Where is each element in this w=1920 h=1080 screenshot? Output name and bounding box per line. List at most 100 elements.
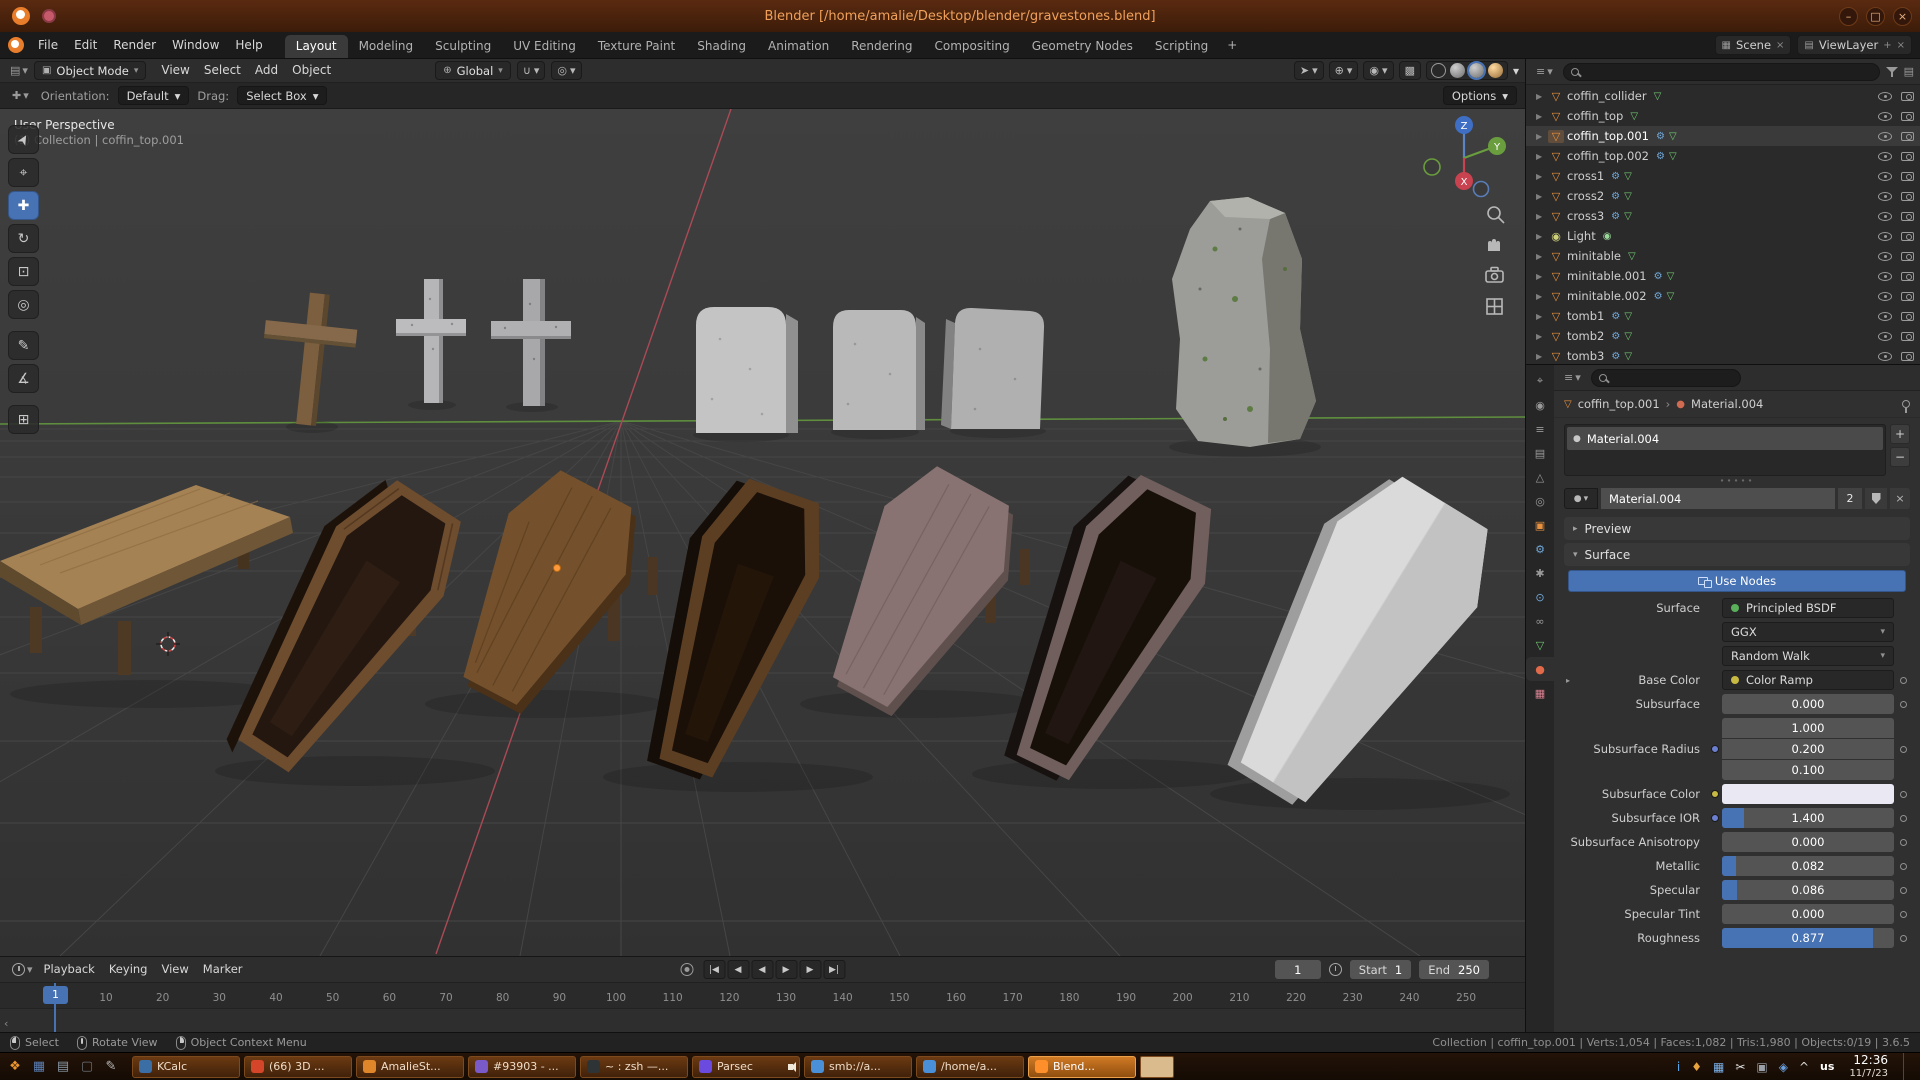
tool-scale[interactable]: ⊡: [8, 257, 39, 286]
specular-field[interactable]: 0.086: [1722, 880, 1894, 900]
taskbar-app-parsec[interactable]: Parsec: [692, 1056, 800, 1078]
pin-icon[interactable]: [1902, 400, 1910, 408]
breadcrumb-object[interactable]: coffin_top.001: [1578, 397, 1660, 411]
gravestone-1[interactable]: [696, 307, 798, 433]
outliner-row-minitable-001[interactable]: ▶ ▽ minitable.001 ⚙▽: [1526, 266, 1920, 286]
properties-tab-render[interactable]: ◉: [1526, 393, 1554, 417]
disable-in-renders-icon[interactable]: [1901, 252, 1914, 261]
gravestone-2[interactable]: [833, 310, 925, 430]
properties-tab-view-layer[interactable]: ▤: [1526, 441, 1554, 465]
snap-toggle[interactable]: ∪▾: [517, 61, 546, 80]
viewport-menu-select[interactable]: Select: [197, 59, 248, 82]
editor-type-button[interactable]: ▤▾: [6, 64, 32, 77]
properties-tab-constraints[interactable]: ∞: [1526, 609, 1554, 633]
outliner-search-input[interactable]: [1563, 63, 1880, 81]
unlink-material-button[interactable]: ×: [1890, 488, 1910, 509]
workspace-tab-shading[interactable]: Shading: [686, 35, 757, 58]
expand-icon[interactable]: ▶: [1536, 292, 1548, 301]
proportional-editing-toggle[interactable]: ◎▾: [551, 61, 581, 80]
taskbar-app-home-a[interactable]: /home/a...: [916, 1056, 1024, 1078]
object-name[interactable]: Light: [1567, 229, 1596, 243]
roughness-field[interactable]: 0.877: [1722, 928, 1894, 948]
auto-keying-toggle[interactable]: [680, 963, 693, 976]
timeline-ruler[interactable]: 1102030405060708090100110120130140150160…: [0, 983, 1525, 1009]
grid-tray-icon[interactable]: ▦: [1713, 1061, 1724, 1073]
workspace-tab-geometry-nodes[interactable]: Geometry Nodes: [1021, 35, 1144, 58]
app-launcher[interactable]: ❖: [4, 1056, 26, 1078]
color-swatch-window-button[interactable]: [1140, 1056, 1174, 1078]
properties-tab-physics[interactable]: ⊙: [1526, 585, 1554, 609]
object-name[interactable]: minitable: [1567, 249, 1621, 263]
subsurface-radius-field[interactable]: 1.000: [1722, 718, 1894, 738]
taskbar-app-zsh[interactable]: ~ : zsh —...: [580, 1056, 688, 1078]
decorate-icon[interactable]: [1894, 839, 1912, 846]
expand-icon[interactable]: ▶: [1536, 132, 1548, 141]
hide-in-viewport-icon[interactable]: [1878, 252, 1892, 261]
disable-in-renders-icon[interactable]: [1901, 172, 1914, 181]
properties-tab-material[interactable]: ●: [1526, 657, 1554, 681]
outliner-editor-button[interactable]: ≡▾: [1532, 65, 1557, 78]
frame-start-field[interactable]: Start1: [1350, 960, 1411, 979]
breadcrumb-material[interactable]: Material.004: [1691, 397, 1763, 411]
timeline-menu-keying[interactable]: Keying: [102, 957, 155, 982]
axis-y-neg-ball[interactable]: [1424, 159, 1440, 175]
disable-in-renders-icon[interactable]: [1901, 132, 1914, 141]
viewport-menu-object[interactable]: Object: [285, 59, 338, 82]
tool-move[interactable]: ✚: [8, 191, 39, 220]
play-reverse-button[interactable]: ◀: [751, 960, 773, 979]
taskbar-app-66-3d[interactable]: (66) 3D ...: [244, 1056, 352, 1078]
preview-panel-header[interactable]: ▸ Preview: [1564, 517, 1910, 540]
workspace-tab-scripting[interactable]: Scripting: [1144, 35, 1219, 58]
properties-tab-tool[interactable]: ⌖: [1526, 369, 1554, 393]
jump-to-end-button[interactable]: ▶|: [823, 960, 845, 979]
media-tray-icon[interactable]: ♦: [1691, 1061, 1702, 1073]
disable-in-renders-icon[interactable]: [1901, 152, 1914, 161]
disable-in-renders-icon[interactable]: [1901, 212, 1914, 221]
scene-selector[interactable]: ▦ Scene ×: [1715, 35, 1792, 55]
viewport[interactable]: Z Y X User Perspective (1) Collection | …: [0, 109, 1525, 956]
gizmos-dropdown[interactable]: ⊕▾: [1329, 61, 1359, 80]
expand-icon[interactable]: ▶: [1536, 192, 1548, 201]
decorate-icon[interactable]: [1894, 887, 1912, 894]
object-name[interactable]: tomb3: [1567, 349, 1604, 363]
object-name[interactable]: cross2: [1567, 189, 1604, 203]
shading-wireframe-button[interactable]: [1431, 63, 1446, 78]
tool-add-cube[interactable]: ⊞: [8, 405, 39, 434]
fake-user-shield-icon[interactable]: [1865, 488, 1887, 509]
subsurface-ior-field[interactable]: 1.400: [1722, 808, 1894, 828]
use-nodes-button[interactable]: Use Nodes: [1568, 570, 1906, 592]
workspace-tab-rendering[interactable]: Rendering: [840, 35, 923, 58]
sss-method-dropdown[interactable]: Random Walk▾: [1722, 646, 1894, 666]
bluetooth-tray-icon[interactable]: ◈: [1779, 1061, 1788, 1073]
workspace-tab-compositing[interactable]: Compositing: [923, 35, 1020, 58]
users-count-button[interactable]: 2: [1838, 488, 1862, 509]
subsurface-anisotropy-field[interactable]: 0.000: [1722, 832, 1894, 852]
taskbar-app-kcalc[interactable]: KCalc: [132, 1056, 240, 1078]
properties-tab-particles[interactable]: ✱: [1526, 561, 1554, 585]
hide-in-viewport-icon[interactable]: [1878, 92, 1892, 101]
jump-to-start-button[interactable]: |◀: [703, 960, 725, 979]
base-color-dropdown[interactable]: Color Ramp: [1722, 670, 1894, 690]
expand-icon[interactable]: ▶: [1536, 352, 1548, 361]
tool-tweak-select[interactable]: ➤: [8, 125, 39, 154]
add-material-slot-button[interactable]: +: [1890, 424, 1910, 444]
browse-material-button[interactable]: ●▾: [1564, 488, 1598, 509]
taskbar-app-blend[interactable]: Blend...: [1028, 1056, 1136, 1078]
next-keyframe-button[interactable]: ▶: [799, 960, 821, 979]
viewport-menu-add[interactable]: Add: [248, 59, 285, 82]
outliner-row-cross2[interactable]: ▶ ▽ cross2 ⚙▽: [1526, 186, 1920, 206]
expand-icon[interactable]: ▶: [1536, 252, 1548, 261]
metallic-field[interactable]: 0.082: [1722, 856, 1894, 876]
disable-in-renders-icon[interactable]: [1901, 92, 1914, 101]
add-workspace-button[interactable]: +: [1219, 34, 1245, 56]
properties-editor-button[interactable]: ≡▾: [1560, 371, 1585, 384]
remove-material-slot-button[interactable]: −: [1890, 447, 1910, 467]
hide-in-viewport-icon[interactable]: [1878, 272, 1892, 281]
hide-in-viewport-icon[interactable]: [1878, 172, 1892, 181]
remove-view-layer-icon[interactable]: ×: [1897, 40, 1905, 51]
hide-in-viewport-icon[interactable]: [1878, 132, 1892, 141]
tray-expand-icon[interactable]: ^: [1799, 1061, 1809, 1073]
hide-in-viewport-icon[interactable]: [1878, 192, 1892, 201]
taskbar-app-smb-a[interactable]: smb://a...: [804, 1056, 912, 1078]
overlays-dropdown[interactable]: ◉▾: [1363, 61, 1393, 80]
